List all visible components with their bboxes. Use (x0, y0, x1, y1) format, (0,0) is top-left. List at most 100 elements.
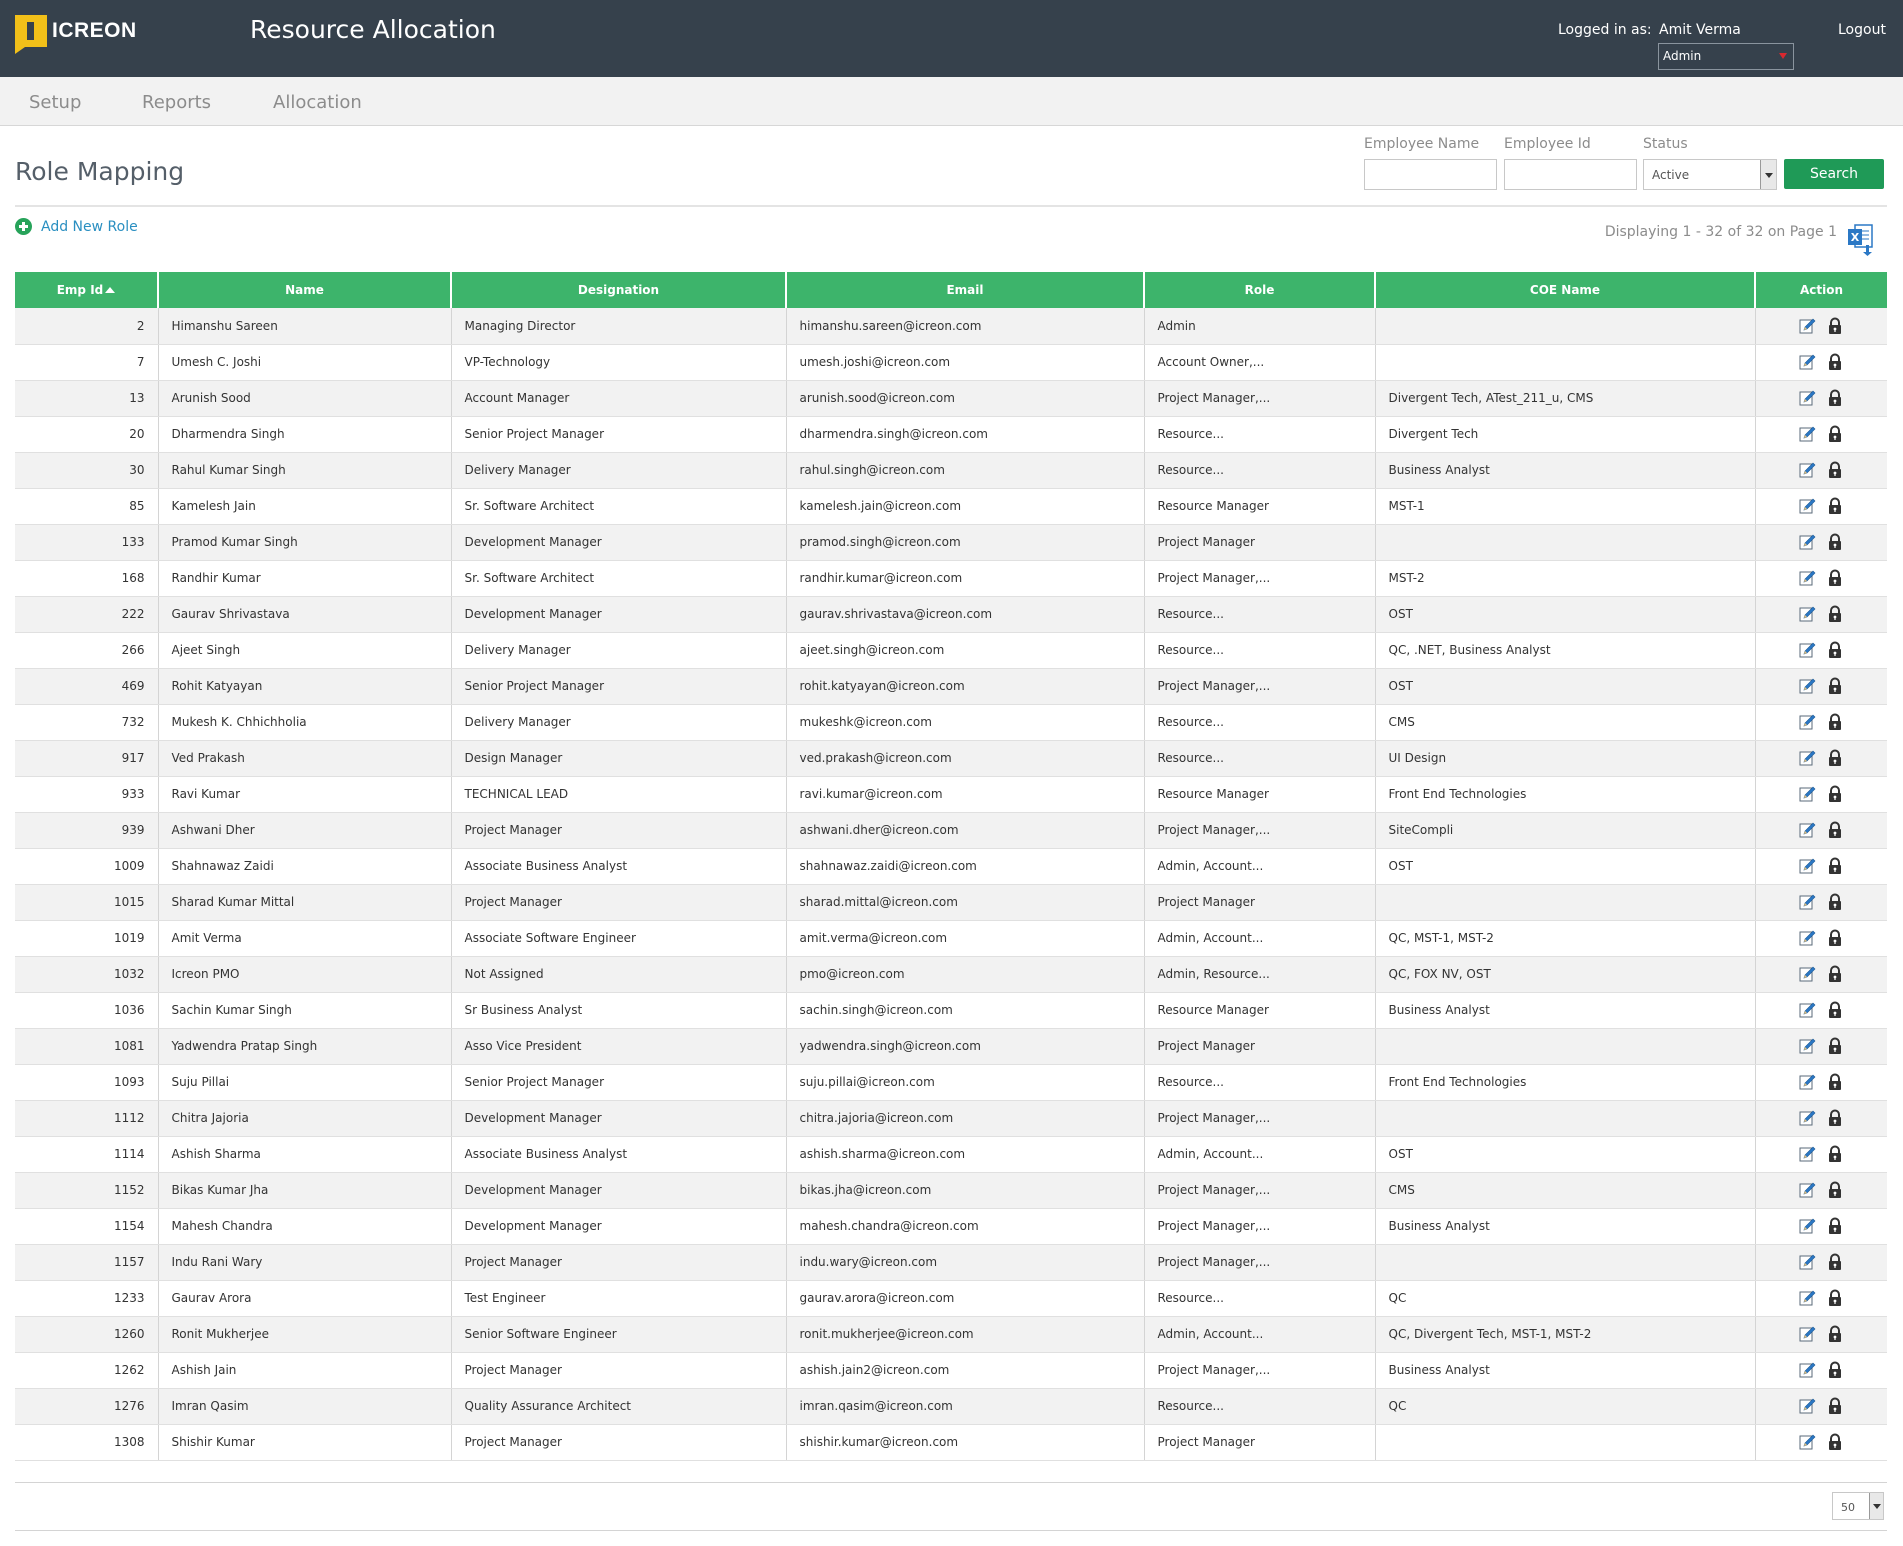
edit-icon[interactable] (1798, 749, 1816, 767)
role-select[interactable]: Admin (1658, 43, 1794, 70)
lock-icon[interactable] (1826, 605, 1844, 623)
lock-icon[interactable] (1826, 497, 1844, 515)
lock-icon[interactable] (1826, 425, 1844, 443)
lock-icon[interactable] (1826, 1001, 1844, 1019)
lock-icon[interactable] (1826, 317, 1844, 335)
edit-icon[interactable] (1798, 533, 1816, 551)
action-cell (1755, 416, 1887, 453)
emp-id-cell: 1152 (15, 1172, 159, 1209)
edit-icon[interactable] (1798, 569, 1816, 587)
column-header-name[interactable]: Name (158, 272, 452, 308)
role-cell: Admin, Account... (1144, 1136, 1376, 1173)
column-header-email[interactable]: Email (786, 272, 1145, 308)
emp-id-cell: 1009 (15, 848, 159, 885)
edit-icon[interactable] (1798, 677, 1816, 695)
edit-icon[interactable] (1798, 713, 1816, 731)
name-cell: Amit Verma (158, 920, 452, 957)
lock-icon[interactable] (1826, 1397, 1844, 1415)
lock-icon[interactable] (1826, 569, 1844, 587)
nav-item-setup[interactable]: Setup (29, 92, 81, 113)
edit-icon[interactable] (1798, 1037, 1816, 1055)
designation-cell: Asso Vice President (451, 1028, 787, 1065)
edit-icon[interactable] (1798, 893, 1816, 911)
edit-icon[interactable] (1798, 605, 1816, 623)
nav-item-allocation[interactable]: Allocation (273, 92, 362, 113)
designation-cell: Development Manager (451, 1208, 787, 1245)
emp-id-cell: 1112 (15, 1100, 159, 1137)
company-logo[interactable]: ICREON (15, 15, 137, 47)
edit-icon[interactable] (1798, 317, 1816, 335)
edit-icon[interactable] (1798, 1217, 1816, 1235)
edit-icon[interactable] (1798, 641, 1816, 659)
lock-icon[interactable] (1826, 1289, 1844, 1307)
lock-icon[interactable] (1826, 1433, 1844, 1451)
lock-icon[interactable] (1826, 641, 1844, 659)
lock-icon[interactable] (1826, 1073, 1844, 1091)
lock-icon[interactable] (1826, 749, 1844, 767)
column-header-role[interactable]: Role (1144, 272, 1376, 308)
lock-icon[interactable] (1826, 893, 1844, 911)
edit-icon[interactable] (1798, 929, 1816, 947)
lock-icon[interactable] (1826, 713, 1844, 731)
edit-icon[interactable] (1798, 461, 1816, 479)
emp-id-cell: 1308 (15, 1424, 159, 1461)
excel-export-icon[interactable]: X (1847, 223, 1876, 256)
add-new-role-button[interactable]: Add New Role (15, 218, 138, 235)
lock-icon[interactable] (1826, 929, 1844, 947)
edit-icon[interactable] (1798, 1397, 1816, 1415)
email-cell: gaurav.shrivastava@icreon.com (786, 596, 1145, 633)
coe-name-cell: Front End Technologies (1375, 776, 1756, 813)
lock-icon[interactable] (1826, 857, 1844, 875)
employee-name-input[interactable] (1364, 159, 1497, 190)
designation-cell: Senior Software Engineer (451, 1316, 787, 1353)
edit-icon[interactable] (1798, 965, 1816, 983)
column-header-coe-name[interactable]: COE Name (1375, 272, 1756, 308)
lock-icon[interactable] (1826, 389, 1844, 407)
action-cell (1755, 1280, 1887, 1317)
edit-icon[interactable] (1798, 785, 1816, 803)
lock-icon[interactable] (1826, 461, 1844, 479)
lock-icon[interactable] (1826, 1325, 1844, 1343)
status-select[interactable]: Active (1643, 159, 1777, 190)
page-size-select[interactable]: 50 (1832, 1492, 1884, 1520)
edit-icon[interactable] (1798, 1361, 1816, 1379)
search-button[interactable]: Search (1784, 159, 1884, 189)
coe-name-cell: CMS (1375, 1172, 1756, 1209)
column-header-designation[interactable]: Designation (451, 272, 787, 308)
lock-icon[interactable] (1826, 1361, 1844, 1379)
lock-icon[interactable] (1826, 1145, 1844, 1163)
nav-item-reports[interactable]: Reports (142, 92, 211, 113)
lock-icon[interactable] (1826, 1181, 1844, 1199)
edit-icon[interactable] (1798, 1073, 1816, 1091)
lock-icon[interactable] (1826, 1037, 1844, 1055)
lock-icon[interactable] (1826, 965, 1844, 983)
edit-icon[interactable] (1798, 1001, 1816, 1019)
divider (15, 205, 1887, 207)
lock-icon[interactable] (1826, 1217, 1844, 1235)
lock-icon[interactable] (1826, 1109, 1844, 1127)
logout-link[interactable]: Logout (1838, 22, 1886, 38)
column-header-emp-id[interactable]: Emp Id (15, 272, 159, 308)
lock-icon[interactable] (1826, 1253, 1844, 1271)
edit-icon[interactable] (1798, 1433, 1816, 1451)
edit-icon[interactable] (1798, 821, 1816, 839)
edit-icon[interactable] (1798, 425, 1816, 443)
lock-icon[interactable] (1826, 821, 1844, 839)
edit-icon[interactable] (1798, 497, 1816, 515)
edit-icon[interactable] (1798, 1181, 1816, 1199)
employee-id-input[interactable] (1504, 159, 1637, 190)
edit-icon[interactable] (1798, 1109, 1816, 1127)
lock-icon[interactable] (1826, 785, 1844, 803)
lock-icon[interactable] (1826, 677, 1844, 695)
edit-icon[interactable] (1798, 389, 1816, 407)
emp-id-cell: 2 (15, 308, 159, 345)
edit-icon[interactable] (1798, 353, 1816, 371)
edit-icon[interactable] (1798, 857, 1816, 875)
edit-icon[interactable] (1798, 1253, 1816, 1271)
edit-icon[interactable] (1798, 1145, 1816, 1163)
edit-icon[interactable] (1798, 1289, 1816, 1307)
emp-id-cell: 222 (15, 596, 159, 633)
edit-icon[interactable] (1798, 1325, 1816, 1343)
lock-icon[interactable] (1826, 353, 1844, 371)
lock-icon[interactable] (1826, 533, 1844, 551)
